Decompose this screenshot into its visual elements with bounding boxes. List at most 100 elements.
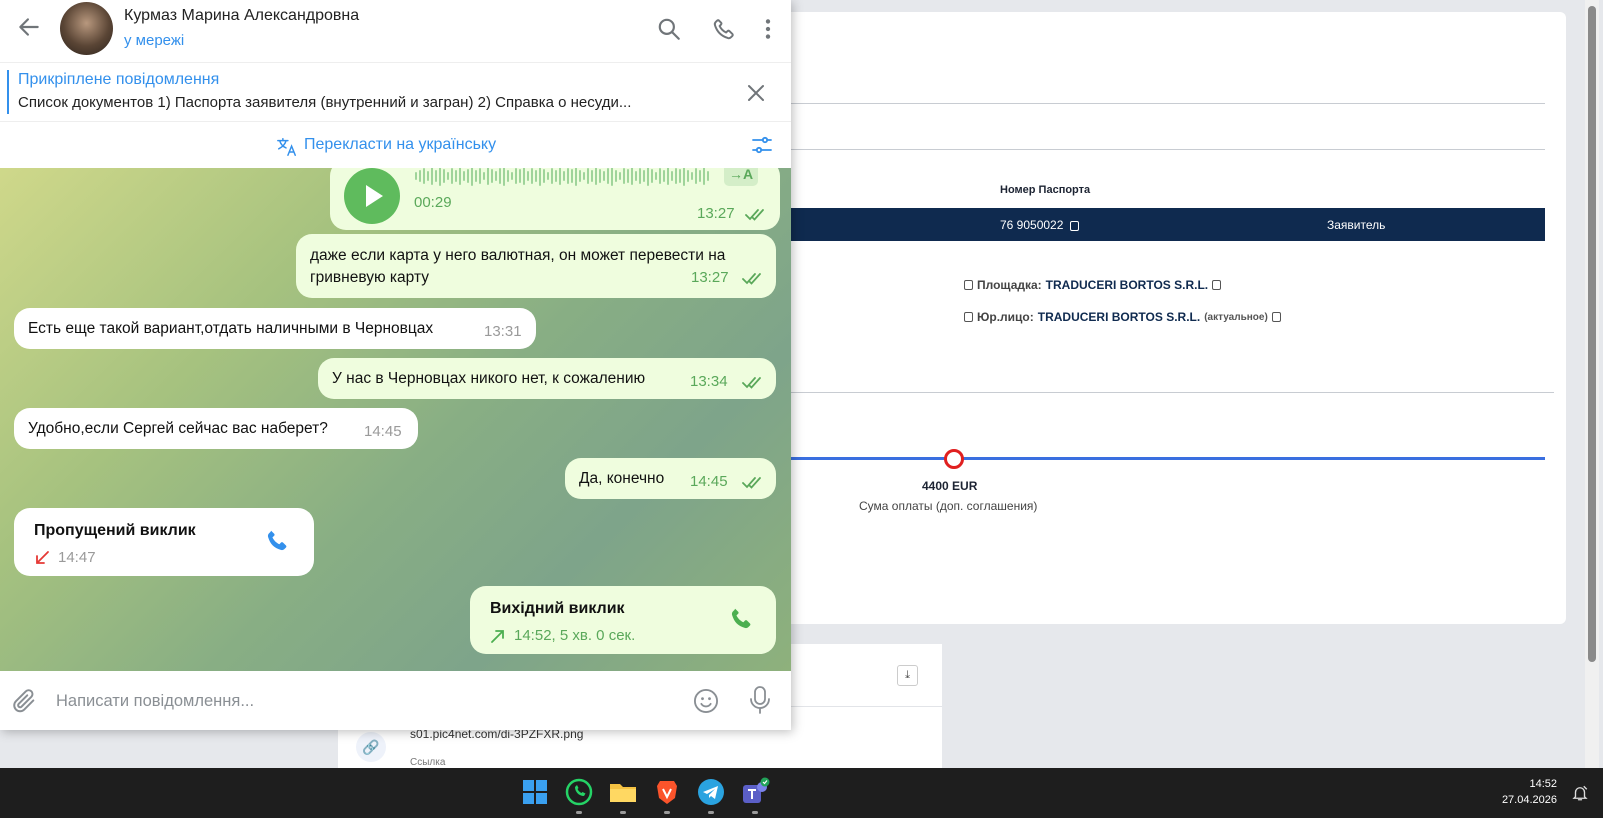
translate-settings-icon[interactable] (750, 133, 774, 157)
payment-timeline (700, 457, 1545, 460)
running-indicator (752, 811, 758, 814)
file-explorer-icon[interactable] (608, 777, 638, 807)
translate-button[interactable]: Перекласти на українську (276, 136, 496, 163)
whatsapp-icon[interactable] (564, 777, 594, 807)
message-input[interactable] (56, 688, 656, 714)
incoming-message[interactable]: Есть еще такой вариант,отдать наличными … (14, 308, 536, 349)
running-indicator (576, 811, 582, 814)
platform-line: Площадка: TRADUCERI BORTOS S.R.L. (964, 278, 1222, 292)
running-indicator (664, 811, 670, 814)
outgoing-call-message[interactable]: Вихідний виклик 14:52, 5 хв. 0 сек. (470, 586, 776, 654)
emoji-icon[interactable] (692, 687, 720, 715)
message-time: 14:45 (690, 473, 728, 490)
pinned-text: Список документов 1) Паспорта заявителя … (18, 94, 632, 111)
legal-label: Юр.лицо: (977, 310, 1034, 324)
download-button[interactable]: ⤓ (897, 665, 918, 686)
copy-icon[interactable] (1212, 280, 1222, 290)
applicant-role: Заявитель (1327, 218, 1386, 232)
chat-header: Курмаз Марина Александровна у мережі (0, 0, 791, 60)
outgoing-message[interactable]: даже если карта у него валютная, он може… (296, 234, 776, 298)
timeline-caption: Сума оплаты (доп. соглашения) (859, 499, 1038, 513)
incoming-message[interactable]: Удобно,если Сергей сейчас вас наберет? 1… (14, 408, 418, 449)
search-icon[interactable] (656, 16, 682, 42)
phone-call-icon[interactable] (728, 606, 754, 632)
divider (700, 392, 1554, 393)
platform-value[interactable]: TRADUCERI BORTOS S.R.L. (1046, 278, 1208, 292)
message-list[interactable]: 00:29 →A 13:27 даже если карта у него ва… (0, 168, 791, 671)
building-icon (964, 280, 973, 290)
pinned-accent-bar (7, 70, 9, 114)
play-button[interactable] (344, 168, 400, 224)
translate-label: Перекласти на українську (304, 136, 497, 153)
page-scrollbar[interactable] (1585, 0, 1599, 768)
copy-icon[interactable] (1069, 220, 1079, 231)
contact-name[interactable]: Курмаз Марина Александровна (124, 7, 359, 25)
play-icon (366, 185, 383, 207)
brave-icon[interactable] (652, 777, 682, 807)
divider (700, 149, 1545, 150)
telegram-icon[interactable] (696, 777, 726, 807)
telegram-chat-window: Курмаз Марина Александровна у мережі При… (0, 0, 791, 730)
windows-start-icon[interactable] (520, 777, 550, 807)
call-title: Пропущений виклик (34, 522, 196, 539)
transcribe-button[interactable]: →A (724, 168, 758, 186)
close-icon[interactable] (746, 79, 766, 110)
message-text: Есть еще такой вариант,отдать наличными … (28, 320, 434, 337)
copy-icon[interactable] (1271, 312, 1281, 322)
attachment-caption: Ссылка (410, 757, 446, 768)
windows-taskbar: 14:52 27.04.2026 (0, 768, 1603, 818)
attach-paperclip-icon[interactable] (10, 687, 38, 715)
legal-value[interactable]: TRADUCERI BORTOS S.R.L. (1038, 310, 1200, 324)
translate-icon (276, 136, 298, 163)
message-time: 13:34 (690, 373, 728, 390)
teams-icon[interactable] (740, 777, 770, 807)
more-vertical-icon[interactable] (755, 16, 781, 42)
read-ticks-icon (742, 477, 761, 489)
read-ticks-icon (742, 377, 761, 389)
passport-column-header: Номер Паспорта (1000, 184, 1091, 196)
outgoing-message[interactable]: Да, конечно 14:45 (565, 458, 776, 499)
clock-date: 27.04.2026 (1501, 794, 1557, 806)
message-text: Удобно,если Сергей сейчас вас наберет? (28, 420, 328, 437)
translate-bar: Перекласти на українську (0, 123, 791, 168)
message-text: У нас в Черновцах никого нет, к сожалени… (332, 370, 646, 387)
scrollbar-thumb[interactable] (1588, 6, 1596, 662)
voice-message[interactable]: 00:29 →A 13:27 (330, 168, 780, 230)
call-title: Вихідний виклик (490, 600, 625, 617)
microphone-icon[interactable] (748, 685, 772, 715)
phone-icon[interactable] (711, 16, 737, 42)
message-time: 13:31 (484, 323, 522, 340)
link-icon: 🔗 (356, 732, 386, 762)
notification-bell-icon[interactable] (1571, 784, 1589, 802)
running-indicator (620, 811, 626, 814)
phone-call-icon[interactable] (264, 528, 290, 554)
applicant-row[interactable]: 76 9050022 Заявитель (700, 208, 1545, 241)
system-clock[interactable]: 14:52 27.04.2026 (1502, 776, 1557, 808)
waveform[interactable] (414, 168, 712, 187)
read-ticks-icon (745, 209, 764, 221)
call-details: 14:47 (34, 549, 96, 566)
call-details: 14:52, 5 хв. 0 сек. (490, 627, 635, 644)
back-arrow-icon[interactable] (16, 14, 44, 42)
legal-entity-line: Юр.лицо: TRADUCERI BORTOS S.R.L. (актуал… (964, 310, 1281, 324)
passport-number: 76 9050022 (1000, 218, 1079, 232)
clock-time: 14:52 (1529, 778, 1557, 790)
divider (700, 103, 1545, 104)
shield-icon (964, 312, 973, 322)
pinned-message[interactable]: Прикріплене повідомлення Список документ… (0, 62, 791, 122)
voice-duration: 00:29 (414, 194, 452, 211)
missed-call-arrow-icon (36, 550, 49, 564)
message-composer (0, 671, 791, 730)
missed-call-message[interactable]: Пропущений виклик 14:47 (14, 508, 314, 576)
platform-label: Площадка: (977, 278, 1042, 292)
contact-status: у мережі (124, 32, 185, 49)
message-text: Да, конечно (579, 470, 665, 487)
running-indicator (708, 811, 714, 814)
timeline-point[interactable] (944, 449, 964, 469)
outgoing-message[interactable]: У нас в Черновцах никого нет, к сожалени… (318, 358, 776, 399)
timeline-amount: 4400 EUR (922, 479, 978, 493)
avatar[interactable] (60, 2, 113, 55)
pinned-title: Прикріплене повідомлення (18, 71, 220, 88)
message-time: 13:27 (697, 205, 735, 222)
message-time: 14:45 (364, 423, 402, 440)
